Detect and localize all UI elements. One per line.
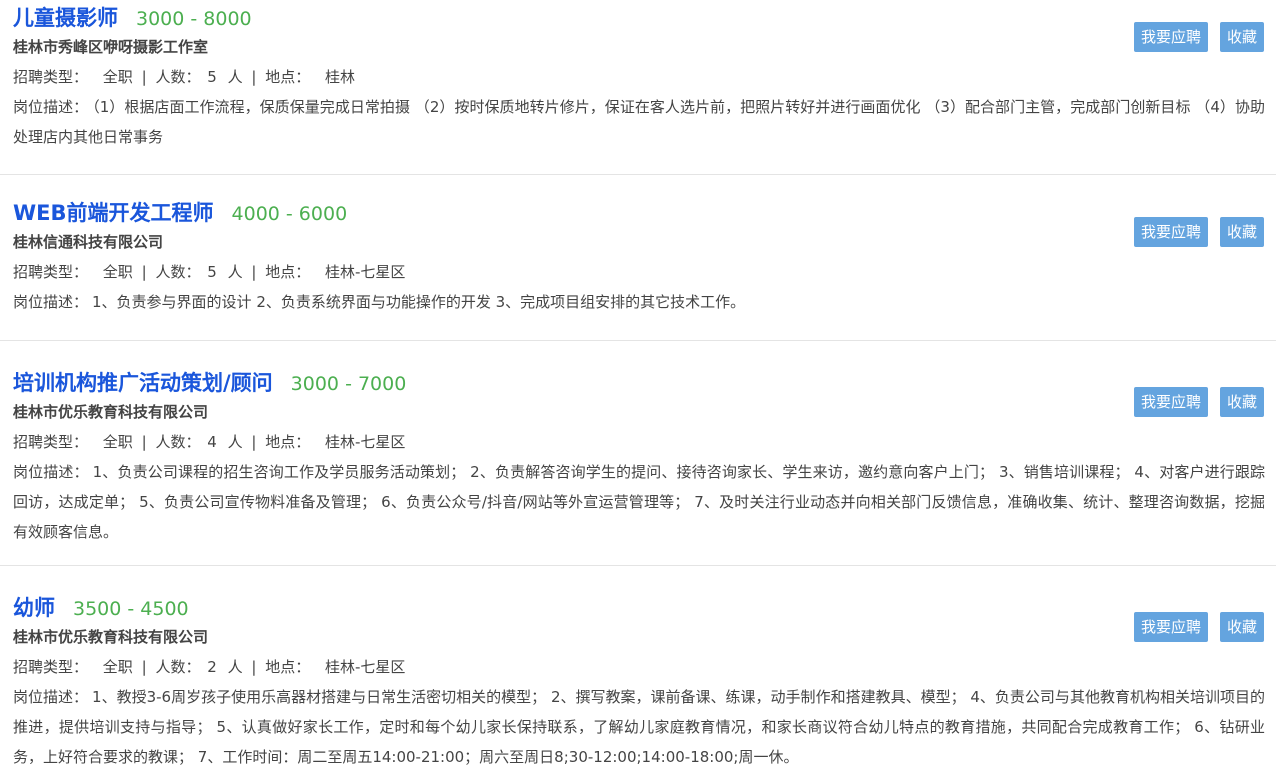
job-title-row: WEB前端开发工程师 4000 - 6000 <box>13 195 1264 227</box>
meta-separator: | <box>251 658 257 676</box>
meta-separator: | <box>141 658 147 676</box>
count-label: 人数： <box>155 658 201 676</box>
count-label: 人数： <box>155 433 201 451</box>
favorite-button[interactable]: 收藏 <box>1219 22 1264 52</box>
location-label: 地点： <box>265 433 311 451</box>
job-title-row: 培训机构推广活动策划/顾问 3000 - 7000 <box>13 365 1264 397</box>
count-unit: 人 <box>227 263 243 281</box>
job-title-link[interactable]: WEB前端开发工程师 <box>13 197 214 227</box>
job-count: 5 <box>207 68 217 86</box>
job-description: 岗位描述： （1）根据店面工作流程，保质保量完成日常拍摄 （2）按时保质地转片修片… <box>13 92 1265 152</box>
job-meta: 招聘类型： 全职 | 人数： 2 人 | 地点： 桂林-七星区 <box>13 652 1264 682</box>
company-name: 桂林市优乐教育科技有限公司 <box>13 403 209 421</box>
company-name: 桂林信通科技有限公司 <box>13 233 164 251</box>
job-title-row: 幼师 3500 - 4500 <box>13 590 1264 622</box>
job-item: WEB前端开发工程师 4000 - 6000 桂林信通科技有限公司 招聘类型： … <box>0 175 1276 341</box>
job-count: 4 <box>207 433 217 451</box>
job-actions: 我要应聘 收藏 <box>1133 22 1264 52</box>
apply-button[interactable]: 我要应聘 <box>1133 612 1208 642</box>
job-type: 全职 <box>102 658 133 676</box>
job-meta: 招聘类型： 全职 | 人数： 4 人 | 地点： 桂林-七星区 <box>13 427 1264 457</box>
count-unit: 人 <box>227 658 243 676</box>
favorite-button[interactable]: 收藏 <box>1219 387 1264 417</box>
meta-separator: | <box>141 263 147 281</box>
job-salary: 3000 - 8000 <box>136 8 252 30</box>
desc-text: 1、负责公司课程的招生咨询工作及学员服务活动策划； 2、负责解答咨询学生的提问、… <box>13 463 1265 541</box>
job-item: 幼师 3500 - 4500 桂林市优乐教育科技有限公司 招聘类型： 全职 | … <box>0 566 1276 781</box>
job-count: 2 <box>207 658 217 676</box>
job-title-link[interactable]: 儿童摄影师 <box>13 2 118 32</box>
location-label: 地点： <box>265 658 311 676</box>
meta-separator: | <box>251 68 257 86</box>
favorite-button[interactable]: 收藏 <box>1219 612 1264 642</box>
job-salary: 4000 - 6000 <box>231 203 348 225</box>
location-label: 地点： <box>265 68 311 86</box>
meta-separator: | <box>141 68 147 86</box>
apply-button[interactable]: 我要应聘 <box>1133 22 1208 52</box>
desc-label: 岗位描述： <box>13 98 89 116</box>
count-label: 人数： <box>155 68 201 86</box>
job-salary: 3000 - 7000 <box>290 373 407 395</box>
job-location: 桂林-七星区 <box>325 263 406 281</box>
company-name: 桂林市秀峰区咿呀摄影工作室 <box>13 38 209 56</box>
type-label: 招聘类型： <box>13 263 89 281</box>
job-title-link[interactable]: 培训机构推广活动策划/顾问 <box>13 367 273 397</box>
desc-text: 1、教授3-6周岁孩子使用乐高器材搭建与日常生活密切相关的模型； 2、撰写教案，… <box>13 688 1265 766</box>
job-description: 岗位描述： 1、负责参与界面的设计 2、负责系统界面与功能操作的开发 3、完成项目… <box>13 287 1265 317</box>
job-title-link[interactable]: 幼师 <box>13 592 55 622</box>
job-title-row: 儿童摄影师 3000 - 8000 <box>13 0 1264 32</box>
job-salary: 3500 - 4500 <box>73 598 189 620</box>
job-meta: 招聘类型： 全职 | 人数： 5 人 | 地点： 桂林 <box>13 62 1264 92</box>
count-unit: 人 <box>227 433 243 451</box>
desc-label: 岗位描述： <box>13 688 89 706</box>
job-actions: 我要应聘 收藏 <box>1133 612 1264 642</box>
type-label: 招聘类型： <box>13 658 89 676</box>
meta-separator: | <box>141 433 147 451</box>
job-location: 桂林-七星区 <box>325 433 406 451</box>
job-type: 全职 <box>102 263 133 281</box>
location-label: 地点： <box>265 263 311 281</box>
count-label: 人数： <box>155 263 201 281</box>
job-description: 岗位描述： 1、教授3-6周岁孩子使用乐高器材搭建与日常生活密切相关的模型； 2、… <box>13 682 1265 772</box>
desc-text: 1、负责参与界面的设计 2、负责系统界面与功能操作的开发 3、完成项目组安排的其… <box>92 293 746 311</box>
job-location: 桂林 <box>325 68 356 86</box>
count-unit: 人 <box>227 68 243 86</box>
favorite-button[interactable]: 收藏 <box>1219 217 1264 247</box>
meta-separator: | <box>251 433 257 451</box>
desc-label: 岗位描述： <box>13 293 89 311</box>
apply-button[interactable]: 我要应聘 <box>1133 217 1208 247</box>
job-actions: 我要应聘 收藏 <box>1133 217 1264 247</box>
job-description: 岗位描述： 1、负责公司课程的招生咨询工作及学员服务活动策划； 2、负责解答咨询学… <box>13 457 1265 547</box>
type-label: 招聘类型： <box>13 68 89 86</box>
desc-text: （1）根据店面工作流程，保质保量完成日常拍摄 （2）按时保质地转片修片，保证在客… <box>13 98 1265 146</box>
job-type: 全职 <box>102 68 133 86</box>
job-actions: 我要应聘 收藏 <box>1133 387 1264 417</box>
job-list: 儿童摄影师 3000 - 8000 桂林市秀峰区咿呀摄影工作室 招聘类型： 全职… <box>0 0 1276 781</box>
company-name: 桂林市优乐教育科技有限公司 <box>13 628 209 646</box>
type-label: 招聘类型： <box>13 433 89 451</box>
job-location: 桂林-七星区 <box>325 658 406 676</box>
meta-separator: | <box>251 263 257 281</box>
apply-button[interactable]: 我要应聘 <box>1133 387 1208 417</box>
job-item: 儿童摄影师 3000 - 8000 桂林市秀峰区咿呀摄影工作室 招聘类型： 全职… <box>0 0 1276 175</box>
job-meta: 招聘类型： 全职 | 人数： 5 人 | 地点： 桂林-七星区 <box>13 257 1264 287</box>
job-item: 培训机构推广活动策划/顾问 3000 - 7000 桂林市优乐教育科技有限公司 … <box>0 341 1276 566</box>
job-count: 5 <box>207 263 217 281</box>
desc-label: 岗位描述： <box>13 463 89 481</box>
job-type: 全职 <box>102 433 133 451</box>
